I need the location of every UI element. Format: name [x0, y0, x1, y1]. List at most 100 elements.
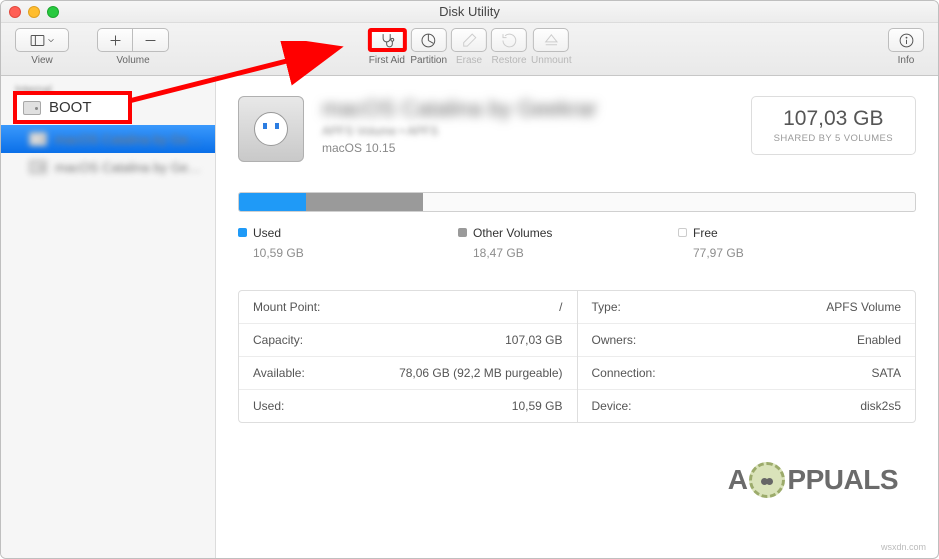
- sidebar: Internal BOOT macOS Catalina by Ge… macO…: [1, 76, 216, 558]
- erase-button[interactable]: [451, 28, 487, 52]
- capacity-value: 107,03 GB: [774, 107, 893, 131]
- toolbar-group-restore: Restore: [491, 28, 527, 66]
- info-row-owners: Owners: Enabled: [578, 324, 916, 357]
- erase-label: Erase: [456, 55, 482, 66]
- info-key: Available:: [253, 366, 305, 380]
- disk-utility-window: Disk Utility View Volume: [0, 0, 939, 559]
- restore-button[interactable]: [491, 28, 527, 52]
- legend-value: 10,59 GB: [253, 246, 458, 260]
- finder-face-icon: [254, 112, 288, 146]
- first-aid-button[interactable]: [367, 28, 406, 52]
- legend-key: Free: [693, 226, 718, 240]
- brand-text-a: A: [728, 464, 748, 496]
- legend-other: Other Volumes 18,47 GB: [458, 224, 678, 260]
- volume-titles: macOS Catalina by Geekrar APFS Volume • …: [322, 96, 733, 155]
- info-value: SATA: [871, 366, 901, 380]
- stethoscope-icon: [378, 32, 395, 49]
- watermark-brand: A PPUALS: [728, 462, 898, 498]
- info-key: Device:: [592, 399, 632, 413]
- usage-legend: Used 10,59 GB Other Volumes 18,47 GB Fre…: [238, 224, 916, 260]
- info-row-mount: Mount Point: /: [239, 291, 577, 324]
- sidebar-item-label: macOS Catalina by Ge…: [55, 132, 201, 147]
- info-label: Info: [898, 55, 915, 66]
- info-col-left: Mount Point: / Capacity: 107,03 GB Availab…: [239, 291, 577, 422]
- info-icon: [898, 32, 915, 49]
- info-key: Used:: [253, 399, 284, 413]
- plus-icon: [107, 32, 124, 49]
- brand-logo-icon: [749, 462, 785, 498]
- info-row-used: Used: 10,59 GB: [239, 390, 577, 422]
- sidebar-item-volume[interactable]: macOS Catalina by Ge…: [1, 153, 215, 181]
- info-row-type: Type: APFS Volume: [578, 291, 916, 324]
- usage-segment-other: [306, 193, 423, 211]
- info-row-capacity: Capacity: 107,03 GB: [239, 324, 577, 357]
- legend-key: Used: [253, 226, 281, 240]
- info-key: Connection:: [592, 366, 656, 380]
- legend-value: 18,47 GB: [473, 246, 678, 260]
- titlebar: Disk Utility: [1, 1, 938, 23]
- toolbar-center: First Aid Partition Erase Restore: [367, 28, 571, 66]
- sidebar-layout-icon: [29, 32, 46, 49]
- legend-swatch-free: [678, 228, 687, 237]
- disk-icon: [29, 132, 47, 146]
- toolbar-group-view: View: [15, 28, 69, 66]
- info-row-connection: Connection: SATA: [578, 357, 916, 390]
- view-label: View: [31, 55, 53, 66]
- info-value: Enabled: [857, 333, 901, 347]
- sidebar-item-label: macOS Catalina by Ge…: [55, 160, 201, 175]
- restore-label: Restore: [492, 55, 527, 66]
- disk-icon: [23, 101, 41, 115]
- unmount-label: Unmount: [531, 55, 572, 66]
- info-row-device: Device: disk2s5: [578, 390, 916, 422]
- usage-segment-used: [239, 193, 306, 211]
- toolbar-group-unmount: Unmount: [531, 28, 572, 66]
- disk-icon: [29, 160, 47, 174]
- info-key: Capacity:: [253, 333, 303, 347]
- view-button[interactable]: [15, 28, 69, 52]
- volume-os: macOS 10.15: [322, 141, 733, 155]
- annotation-arrow: [124, 41, 354, 111]
- window-title: Disk Utility: [1, 4, 938, 19]
- usage-bar: [238, 192, 916, 212]
- legend-swatch-used: [238, 228, 247, 237]
- info-value: disk2s5: [860, 399, 901, 413]
- partition-button[interactable]: [411, 28, 447, 52]
- info-grid: Mount Point: / Capacity: 107,03 GB Availab…: [238, 290, 916, 423]
- legend-free: Free 77,97 GB: [678, 224, 898, 260]
- volume-name: macOS Catalina by Geekrar: [322, 96, 733, 122]
- eraser-icon: [461, 32, 478, 49]
- info-button[interactable]: [888, 28, 924, 52]
- brand-text: PPUALS: [787, 464, 898, 496]
- toolbar-group-erase: Erase: [451, 28, 487, 66]
- info-key: Owners:: [592, 333, 637, 347]
- pie-icon: [420, 32, 437, 49]
- first-aid-label: First Aid: [369, 55, 405, 66]
- shared-by-label: SHARED BY 5 VOLUMES: [774, 133, 893, 144]
- info-row-available: Available: 78,06 GB (92,2 MB purgeable): [239, 357, 577, 390]
- eject-icon: [543, 32, 560, 49]
- toolbar-group-info: Info: [888, 28, 924, 66]
- legend-used: Used 10,59 GB: [238, 224, 458, 260]
- toolbar-group-first-aid: First Aid: [367, 28, 406, 66]
- info-key: Mount Point:: [253, 300, 320, 314]
- chevron-down-icon: [46, 32, 56, 49]
- capacity-box: 107,03 GB SHARED BY 5 VOLUMES: [751, 96, 916, 155]
- info-col-right: Type: APFS Volume Owners: Enabled Connecti…: [577, 291, 916, 422]
- info-value: /: [559, 300, 562, 314]
- partition-label: Partition: [410, 55, 447, 66]
- watermark-url: wsxdn.com: [881, 542, 926, 552]
- annotation-boot-highlight: BOOT: [13, 91, 132, 124]
- volume-subtitle: APFS Volume • APFS: [322, 124, 733, 138]
- info-value: APFS Volume: [826, 300, 901, 314]
- info-value: 78,06 GB (92,2 MB purgeable): [399, 366, 562, 380]
- toolbar-group-partition: Partition: [410, 28, 447, 66]
- restore-icon: [501, 32, 518, 49]
- legend-key: Other Volumes: [473, 226, 552, 240]
- unmount-button[interactable]: [533, 28, 569, 52]
- info-value: 10,59 GB: [512, 399, 563, 413]
- sidebar-item-volume-selected[interactable]: macOS Catalina by Ge…: [1, 125, 215, 153]
- info-key: Type:: [592, 300, 621, 314]
- info-value: 107,03 GB: [505, 333, 562, 347]
- legend-value: 77,97 GB: [693, 246, 898, 260]
- legend-swatch-other: [458, 228, 467, 237]
